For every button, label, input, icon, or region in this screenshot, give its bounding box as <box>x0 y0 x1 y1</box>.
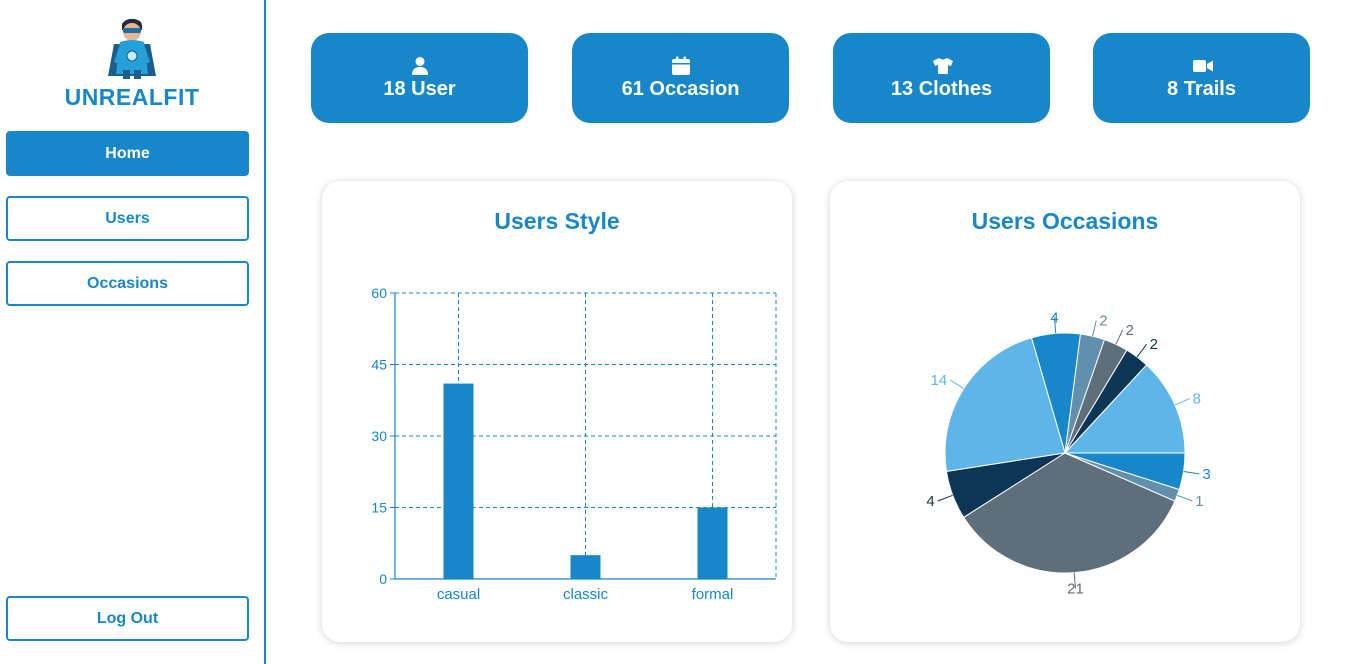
x-tick-label: casual <box>437 586 480 603</box>
pie-label-line <box>1115 329 1124 345</box>
pie-slice-label: 3 <box>1202 466 1210 483</box>
bar-casual[interactable] <box>443 383 474 579</box>
logo <box>104 18 160 80</box>
nav-users-button[interactable]: Users <box>6 196 249 241</box>
stat-card-occasions[interactable]: 61 Occasion <box>572 33 789 123</box>
stat-card-clothes[interactable]: 13 Clothes <box>833 33 1050 123</box>
nav-home-button[interactable]: Home <box>6 131 249 176</box>
pie-slice-label: 14 <box>931 372 948 389</box>
pie-label-line <box>949 379 965 390</box>
y-tick-label: 45 <box>371 357 387 373</box>
users-style-chart: 0 15 30 45 60 casual classic formal <box>371 285 777 603</box>
pie-slice-label: 4 <box>1050 309 1058 326</box>
calendar-icon <box>671 56 691 76</box>
y-tick-label: 15 <box>371 500 387 516</box>
bar-formal[interactable] <box>697 507 728 580</box>
pie-slice-label: 8 <box>1193 391 1201 408</box>
users-occasions-panel: Users Occasions 8 2 2 2 4 14 4 21 1 3 <box>830 181 1300 642</box>
stat-card-label: 61 Occasion <box>621 77 740 100</box>
brand-name: UNREALFIT <box>64 84 200 110</box>
x-tick-label: classic <box>563 586 609 603</box>
stat-card-users[interactable]: 18 User <box>311 33 528 123</box>
pie-slice-label: 2 <box>1126 322 1134 339</box>
pie-slice-label: 2 <box>1150 336 1158 353</box>
pie-label-line <box>1183 470 1200 475</box>
bar-classic[interactable] <box>570 555 601 579</box>
stat-card-label: 8 Trails <box>1167 77 1236 100</box>
x-tick-label: formal <box>692 586 734 603</box>
video-icon <box>1192 56 1213 76</box>
nav-occasions-button[interactable]: Occasions <box>6 261 249 306</box>
y-tick-label: 60 <box>371 285 387 301</box>
pie-slice-label: 21 <box>1067 581 1084 598</box>
pie-label-line <box>1136 343 1148 358</box>
stat-card-trails[interactable]: 8 Trails <box>1093 33 1310 123</box>
pie-slice-label: 2 <box>1099 313 1107 330</box>
shirt-icon <box>932 56 953 76</box>
stat-card-label: 18 User <box>383 77 456 100</box>
pie-slice-label: 1 <box>1195 493 1203 510</box>
y-tick-label: 0 <box>379 571 387 587</box>
y-tick-label: 30 <box>371 428 387 444</box>
stat-card-label: 13 Clothes <box>890 77 993 100</box>
pie-label-line <box>1174 398 1190 406</box>
pie-label-line <box>1092 320 1097 337</box>
pie-label-line <box>1177 494 1193 502</box>
pie-label-line <box>937 494 953 502</box>
user-icon <box>410 56 430 76</box>
pie-slice-label: 4 <box>926 493 934 510</box>
users-occasions-chart: 822241442113 <box>926 309 1210 598</box>
logout-button[interactable]: Log Out <box>6 596 249 641</box>
users-style-panel: Users Style 0 15 30 45 60 casual classic formal <box>322 181 792 642</box>
sidebar: UNREALFIT Home Users Occasions Log Out <box>0 0 266 664</box>
